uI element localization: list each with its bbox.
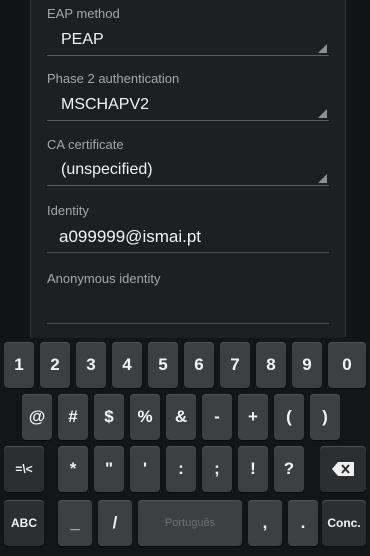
- dropdown-triangle-icon: [318, 109, 327, 118]
- key-4[interactable]: 4: [112, 342, 142, 388]
- backspace-key[interactable]: [320, 446, 366, 492]
- key-more-symbols[interactable]: =\<: [4, 446, 44, 492]
- key-7[interactable]: 7: [220, 342, 250, 388]
- background-left: [0, 0, 30, 338]
- key-close-paren[interactable]: ): [310, 394, 340, 440]
- key-3[interactable]: 3: [76, 342, 106, 388]
- identity-field[interactable]: a099999@ismai.pt: [47, 223, 329, 253]
- key-double-quote[interactable]: ": [94, 446, 124, 492]
- ca-certificate-value: (unspecified): [61, 161, 153, 178]
- ca-certificate-label: CA certificate: [47, 137, 124, 152]
- key-period[interactable]: .: [288, 500, 318, 546]
- key-5[interactable]: 5: [148, 342, 178, 388]
- key-comma[interactable]: ,: [248, 500, 282, 546]
- anonymous-identity-field[interactable]: [47, 294, 329, 324]
- anonymous-identity-label: Anonymous identity: [47, 271, 161, 286]
- key-asterisk[interactable]: *: [58, 446, 88, 492]
- key-hash[interactable]: #: [58, 394, 88, 440]
- wifi-eap-dialog: EAP method PEAP Phase 2 authentication M…: [30, 0, 346, 338]
- identity-label: Identity: [47, 203, 89, 218]
- key-plus[interactable]: +: [238, 394, 268, 440]
- key-8[interactable]: 8: [256, 342, 286, 388]
- key-2[interactable]: 2: [40, 342, 70, 388]
- eap-method-spinner[interactable]: PEAP: [47, 28, 329, 56]
- phase2-spinner[interactable]: MSCHAPV2: [47, 93, 329, 121]
- key-9[interactable]: 9: [292, 342, 322, 388]
- dropdown-triangle-icon: [318, 174, 327, 183]
- key-minus[interactable]: -: [202, 394, 232, 440]
- background-right: [346, 0, 370, 338]
- key-6[interactable]: 6: [184, 342, 214, 388]
- key-underscore[interactable]: _: [58, 500, 92, 546]
- key-dollar[interactable]: $: [94, 394, 124, 440]
- eap-method-value: PEAP: [61, 31, 104, 48]
- key-percent[interactable]: %: [130, 394, 160, 440]
- key-exclamation[interactable]: !: [238, 446, 268, 492]
- identity-value: a099999@ismai.pt: [59, 227, 202, 246]
- key-colon[interactable]: :: [166, 446, 196, 492]
- phase2-label: Phase 2 authentication: [47, 71, 180, 86]
- key-1[interactable]: 1: [4, 342, 34, 388]
- key-at[interactable]: @: [22, 394, 52, 440]
- space-key[interactable]: Português: [138, 500, 242, 546]
- key-semicolon[interactable]: ;: [202, 446, 232, 492]
- key-ampersand[interactable]: &: [166, 394, 196, 440]
- soft-keyboard: 1 2 3 4 5 6 7 8 9 0 @ # $ % & - + ( ) =\…: [0, 338, 370, 556]
- dropdown-triangle-icon: [318, 44, 327, 53]
- key-question[interactable]: ?: [274, 446, 304, 492]
- space-language-label: Português: [164, 517, 216, 529]
- key-single-quote[interactable]: ': [130, 446, 160, 492]
- key-0[interactable]: 0: [328, 342, 366, 388]
- key-open-paren[interactable]: (: [274, 394, 304, 440]
- key-slash[interactable]: /: [98, 500, 132, 546]
- done-key[interactable]: Conc.: [322, 500, 366, 546]
- eap-method-label: EAP method: [47, 6, 120, 21]
- ca-certificate-spinner[interactable]: (unspecified): [47, 158, 329, 186]
- backspace-icon: [332, 462, 354, 476]
- key-abc[interactable]: ABC: [4, 500, 44, 546]
- phase2-value: MSCHAPV2: [61, 96, 150, 113]
